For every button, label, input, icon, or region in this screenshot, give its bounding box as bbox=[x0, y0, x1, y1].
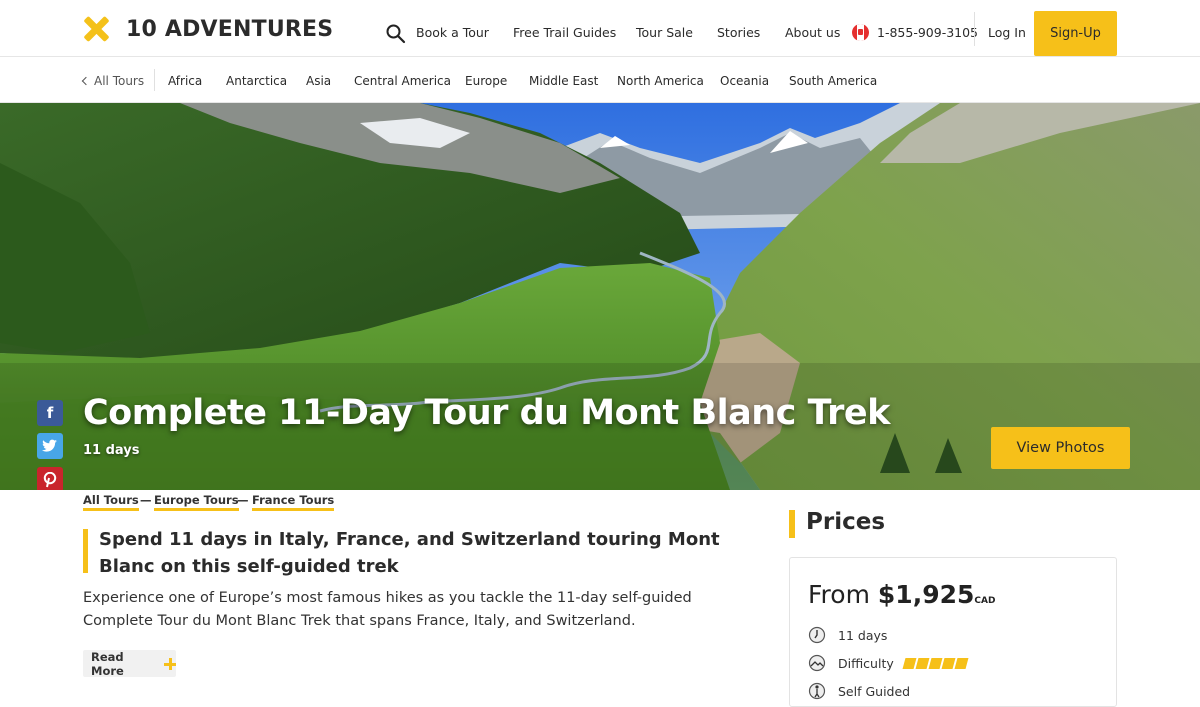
difficulty-row: Difficulty bbox=[808, 654, 969, 672]
breadcrumb-separator: — bbox=[237, 493, 249, 507]
duration-row: 11 days bbox=[808, 626, 887, 644]
login-link[interactable]: Log In bbox=[988, 25, 1026, 40]
nav-about-us[interactable]: About us bbox=[785, 25, 840, 40]
hiker-icon bbox=[808, 682, 826, 700]
nav-book-a-tour[interactable]: Book a Tour bbox=[416, 25, 489, 40]
nav-stories[interactable]: Stories bbox=[717, 25, 760, 40]
chevron-left-icon bbox=[81, 76, 91, 86]
canada-flag-icon bbox=[852, 24, 869, 41]
breadcrumb-france-tours[interactable]: France Tours bbox=[252, 493, 335, 511]
mountain-icon bbox=[808, 654, 826, 672]
phone-number[interactable]: 1-855-909-3105 bbox=[877, 25, 978, 40]
plus-icon bbox=[164, 657, 176, 670]
region-antarctica[interactable]: Antarctica bbox=[226, 74, 287, 88]
region-asia[interactable]: Asia bbox=[306, 74, 331, 88]
region-south-america[interactable]: South America bbox=[789, 74, 877, 88]
difficulty-label: Difficulty bbox=[838, 655, 894, 671]
price-from-label: From bbox=[808, 580, 870, 609]
hero-banner: f Complete 11-Day Tour du Mont Blanc Tre… bbox=[0, 103, 1200, 490]
duration-value: 11 days bbox=[838, 627, 888, 643]
difficulty-bar bbox=[954, 657, 969, 669]
guide-type-value: Self Guided bbox=[838, 683, 911, 699]
region-central-america[interactable]: Central America bbox=[354, 74, 451, 88]
region-europe[interactable]: Europe bbox=[465, 74, 507, 88]
price-card: From $1,925CAD 11 days Difficulty Self G… bbox=[789, 557, 1117, 707]
read-more-label: Read More bbox=[91, 649, 124, 678]
breadcrumb-all-tours[interactable]: All Tours bbox=[83, 493, 139, 511]
logo-x-icon bbox=[83, 15, 110, 43]
facebook-icon[interactable]: f bbox=[37, 400, 63, 426]
tour-description: Experience one of Europe’s most famous h… bbox=[83, 590, 692, 629]
prices-accent-bar bbox=[789, 510, 795, 538]
pinterest-icon[interactable] bbox=[37, 467, 63, 490]
region-oceania[interactable]: Oceania bbox=[720, 74, 769, 88]
signup-button[interactable]: Sign-Up bbox=[1034, 11, 1117, 56]
region-north-america[interactable]: North America bbox=[617, 74, 704, 88]
region-middle-east[interactable]: Middle East bbox=[529, 74, 598, 88]
logo-text: 10 ADVENTURES bbox=[126, 16, 334, 42]
twitter-icon[interactable] bbox=[37, 433, 63, 459]
difficulty-bar bbox=[941, 657, 956, 669]
tour-title: Complete 11-Day Tour du Mont Blanc Trek bbox=[83, 393, 890, 433]
header-divider bbox=[974, 12, 975, 46]
nav-tour-sale[interactable]: Tour Sale bbox=[636, 25, 693, 40]
breadcrumb-europe-tours[interactable]: Europe Tours bbox=[154, 493, 239, 511]
search-icon[interactable] bbox=[385, 23, 407, 45]
breadcrumb-separator: — bbox=[140, 493, 152, 507]
price-amount: $1,925 bbox=[877, 580, 975, 609]
region-africa[interactable]: Africa bbox=[168, 74, 202, 88]
tour-duration: 11 days bbox=[83, 443, 140, 458]
all-tours-label: All Tours bbox=[94, 74, 145, 88]
nav-free-trail-guides[interactable]: Free Trail Guides bbox=[513, 25, 616, 40]
view-photos-button[interactable]: View Photos bbox=[991, 427, 1130, 469]
difficulty-bar bbox=[928, 657, 943, 669]
lead-accent-bar bbox=[83, 529, 88, 573]
region-subnav: All Tours Africa Antarctica Asia Central… bbox=[0, 57, 1200, 103]
subnav-divider bbox=[154, 69, 155, 91]
difficulty-rating bbox=[902, 657, 969, 669]
difficulty-bar bbox=[902, 657, 917, 669]
guide-type-row: Self Guided bbox=[808, 682, 910, 700]
prices-heading: Prices bbox=[806, 509, 886, 535]
tour-lead-heading: Spend 11 days in Italy, France, and Swit… bbox=[99, 529, 720, 577]
clock-icon bbox=[808, 626, 826, 644]
read-more-button[interactable]: Read More bbox=[83, 649, 176, 678]
difficulty-bar bbox=[915, 657, 930, 669]
price-from: From $1,925CAD bbox=[808, 580, 995, 609]
top-header: 10 ADVENTURES Book a Tour Free Trail Gui… bbox=[0, 0, 1200, 57]
logo[interactable]: 10 ADVENTURES bbox=[83, 15, 334, 43]
price-currency: CAD bbox=[974, 596, 996, 606]
all-tours-link[interactable]: All Tours bbox=[81, 74, 145, 88]
